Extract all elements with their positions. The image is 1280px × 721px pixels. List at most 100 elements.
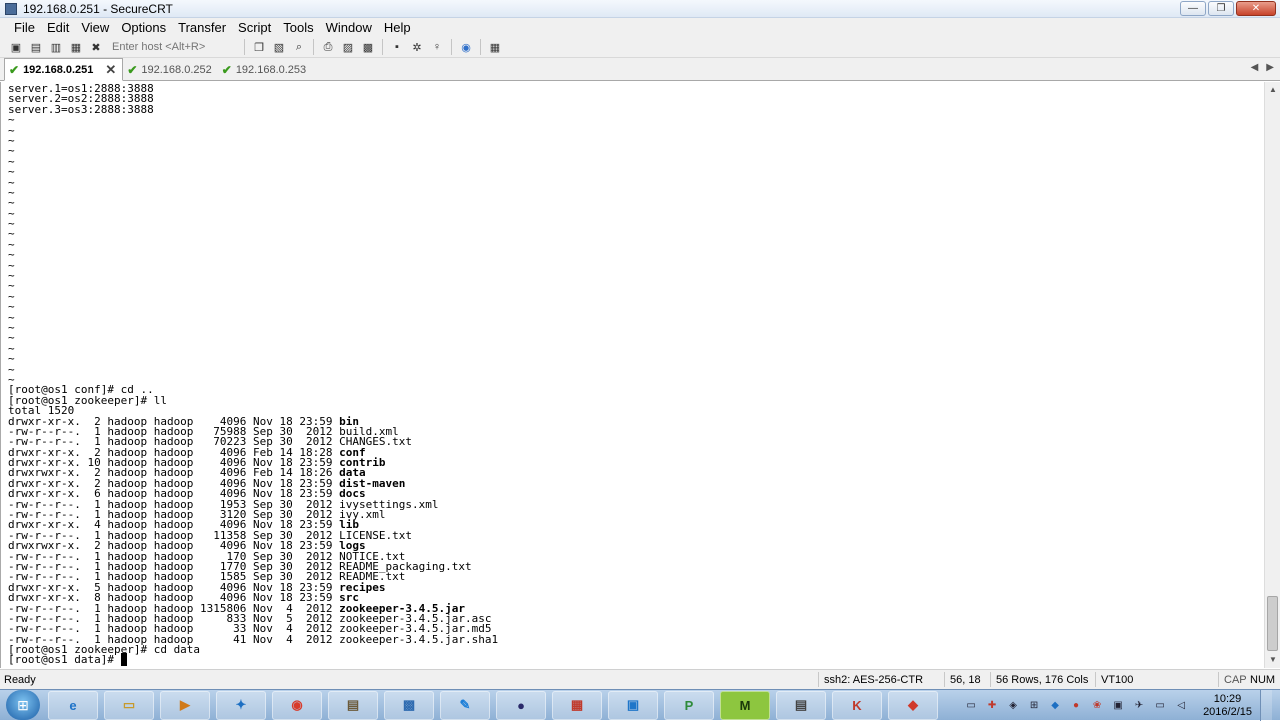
scroll-up-icon[interactable]: ▲ <box>1265 82 1280 98</box>
securecrt-icon[interactable]: ▤ <box>776 690 826 720</box>
plane-icon[interactable]: ✈ <box>1132 699 1146 713</box>
status-separator <box>818 672 819 687</box>
minimize-button[interactable]: — <box>1180 1 1206 16</box>
flag-icon[interactable]: ✚ <box>985 699 999 713</box>
close-button[interactable]: ✕ <box>1236 1 1276 16</box>
scroll-down-icon[interactable]: ▼ <box>1265 652 1280 668</box>
key-icon[interactable]: ♀ <box>429 39 445 55</box>
red-icon[interactable]: ◆ <box>888 690 938 720</box>
keymap-icon[interactable]: ▦ <box>487 39 503 55</box>
vim-tilde-line: ~ <box>8 310 15 324</box>
chrome-icon[interactable]: ◉ <box>272 690 322 720</box>
p-icon[interactable]: P <box>664 690 714 720</box>
start-button[interactable]: ⊞ <box>6 690 40 720</box>
clock[interactable]: 10:29 2016/2/15 <box>1203 693 1252 719</box>
k-icon[interactable]: K <box>832 690 882 720</box>
paste-icon[interactable]: ▧ <box>271 39 287 55</box>
shield-icon[interactable]: ◈ <box>1006 699 1020 713</box>
archive-icon[interactable]: ▦ <box>552 690 602 720</box>
ie-icon[interactable]: e <box>48 690 98 720</box>
window-title: 192.168.0.251 - SecureCRT <box>23 1 173 16</box>
terminal-line: server.1=os1:2888:3888 <box>8 82 154 95</box>
tab-192-168-0-251[interactable]: ✔ 192.168.0.251 ✕ <box>4 58 124 81</box>
status-separator <box>990 672 991 687</box>
vim-tilde-line: ~ <box>8 196 15 210</box>
app-tray-icon[interactable]: ● <box>1069 699 1083 713</box>
network-tray-icon[interactable]: ▣ <box>1111 699 1125 713</box>
menu-view[interactable]: View <box>75 20 115 35</box>
disconnect-icon[interactable]: ✖ <box>88 39 104 55</box>
menu-transfer[interactable]: Transfer <box>172 20 232 35</box>
monitor-icon[interactable]: ▭ <box>1153 699 1167 713</box>
menu-script[interactable]: Script <box>232 20 277 35</box>
keyboard-icon[interactable]: ▭ <box>964 699 978 713</box>
volume-icon[interactable]: ◁ <box>1174 699 1188 713</box>
windows-icon[interactable]: ⊞ <box>1027 699 1041 713</box>
status-separator <box>1095 672 1096 687</box>
menu-options[interactable]: Options <box>115 20 172 35</box>
securecrt-app-icon <box>5 2 17 15</box>
vim-tilde-line: ~ <box>8 123 15 137</box>
vim-tilde-line: ~ <box>8 133 15 147</box>
connect-tab-icon[interactable]: ▥ <box>48 39 64 55</box>
vim-tilde-line: ~ <box>8 185 15 199</box>
tab-192-168-0-253[interactable]: ✔ 192.168.0.253 <box>218 59 312 80</box>
terminal-prompt: [root@os1 data]# <box>8 653 1264 667</box>
status-separator <box>944 672 945 687</box>
terminal-scrollbar[interactable]: ▲ ▼ <box>1264 82 1280 668</box>
menu-window[interactable]: Window <box>320 20 378 35</box>
media-player-icon[interactable]: ▶ <box>160 690 210 720</box>
menu-file[interactable]: File <box>8 20 41 35</box>
vim-empty-lines: ~ ~ ~ ~ ~ ~ ~ ~ ~ ~ ~ ~ ~ ~ ~ ~ ~ ~ ~ ~ ~ ~ ~ ~ ~ ~ <box>8 113 1264 385</box>
secure-icon[interactable]: ▩ <box>384 690 434 720</box>
vm-icon[interactable]: ▣ <box>608 690 658 720</box>
print-selection-icon[interactable]: ▨ <box>340 39 356 55</box>
tab-left-arrow-icon[interactable]: ◀ <box>1251 62 1259 73</box>
menu-edit[interactable]: Edit <box>41 20 75 35</box>
tab-scroll-arrows: ◀ ▶ <box>1251 62 1274 73</box>
vim-tilde-line: ~ <box>8 331 15 345</box>
print-icon[interactable]: ⎙ <box>320 39 336 55</box>
cloud-icon[interactable]: ❀ <box>1090 699 1104 713</box>
terminal-command: [root@os1 zookeeper]# cd data <box>8 643 201 657</box>
maximize-button[interactable]: ❐ <box>1208 1 1234 16</box>
vim-tilde-line: ~ <box>8 237 15 251</box>
file-name: zookeeper-3.4.5.jar.sha1 <box>339 632 499 646</box>
tool-icon[interactable]: ▤ <box>328 690 378 720</box>
toolbar-separator <box>382 39 383 55</box>
status-cursor-position: 56, 18 <box>950 674 981 686</box>
help-icon[interactable]: ◉ <box>458 39 474 55</box>
tab-192-168-0-252[interactable]: ✔ 192.168.0.252 <box>123 59 217 80</box>
eclipse-icon[interactable]: ● <box>496 690 546 720</box>
window-controls: — ❐ ✕ <box>1180 1 1276 16</box>
toolbar: ▣ ▤ ▥ ▦ ✖ ❐ ▧ ⌕ ⎙ ▨ ▩ ▪ ✲ ♀ ◉ ▦ <box>0 37 1280 58</box>
pen-icon[interactable]: ✎ <box>440 690 490 720</box>
scroll-thumb[interactable] <box>1267 596 1278 651</box>
check-icon: ✔ <box>9 62 20 77</box>
terminal-output[interactable]: server.1=os1:2888:3888 server.2=os2:2888… <box>0 82 1264 668</box>
vim-tilde-line: ~ <box>8 269 15 283</box>
quick-connect-icon[interactable]: ▤ <box>28 39 44 55</box>
tab-right-arrow-icon[interactable]: ▶ <box>1266 62 1274 73</box>
find-icon[interactable]: ⌕ <box>291 39 307 55</box>
tab-close-icon[interactable]: ✕ <box>105 62 116 78</box>
show-desktop-button[interactable] <box>1260 690 1272 721</box>
bluetooth-icon[interactable]: ◆ <box>1048 699 1062 713</box>
copy-icon[interactable]: ❐ <box>251 39 267 55</box>
prompt-text: [root@os1 data]# <box>8 653 121 667</box>
status-num-lock: NUM <box>1250 674 1276 686</box>
m-icon[interactable]: M <box>720 690 770 720</box>
network-icon[interactable]: ✦ <box>216 690 266 720</box>
connect-icon[interactable]: ▣ <box>8 39 24 55</box>
vim-tilde-line: ~ <box>8 352 15 366</box>
vim-tilde-line: ~ <box>8 113 15 127</box>
session-options-icon[interactable]: ▪ <box>389 39 405 55</box>
print-setup-icon[interactable]: ▩ <box>360 39 376 55</box>
menu-tools[interactable]: Tools <box>277 20 319 35</box>
global-options-icon[interactable]: ✲ <box>409 39 425 55</box>
directory-listing: drwxr-xr-x. 2 hadoop hadoop 4096 Nov 18 … <box>8 416 1264 646</box>
explorer-icon[interactable]: ▭ <box>104 690 154 720</box>
reconnect-icon[interactable]: ▦ <box>68 39 84 55</box>
host-input[interactable] <box>108 38 242 56</box>
menu-help[interactable]: Help <box>378 20 417 35</box>
